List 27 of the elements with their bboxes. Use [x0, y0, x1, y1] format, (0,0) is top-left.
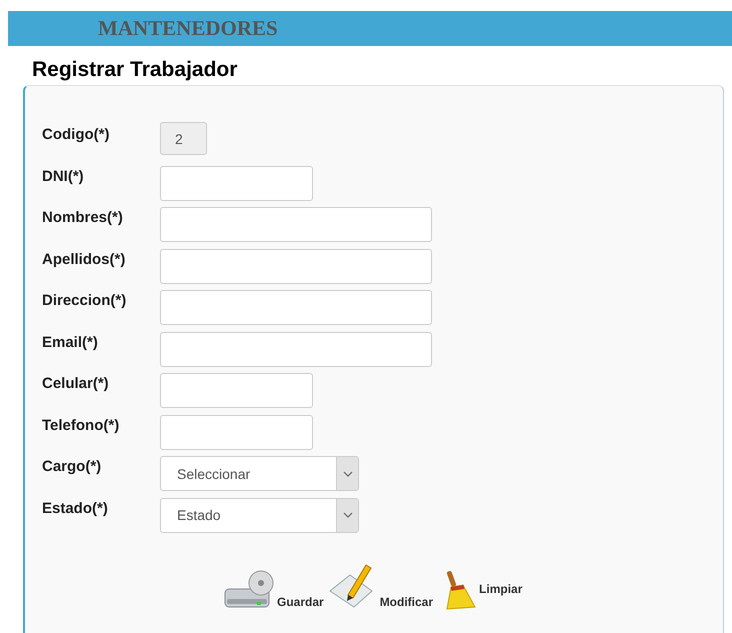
dropdown-select[interactable]: Estado	[160, 498, 359, 532]
field-label: Estado(*)	[42, 498, 109, 516]
action-button[interactable]: Modificar	[380, 594, 434, 608]
input-field[interactable]	[160, 414, 313, 450]
input-field[interactable]	[160, 373, 313, 408]
field-label: DNI(*)	[42, 166, 85, 184]
header-title: MANTENEDORES	[98, 16, 278, 41]
field-label: Codigo(*)	[42, 125, 110, 143]
disk-drive-icon[interactable]	[223, 568, 275, 610]
chevron-down-icon	[342, 512, 352, 518]
action-button[interactable]: Limpiar	[479, 582, 522, 596]
page-title: Registrar Trabajador	[32, 57, 238, 83]
input-field[interactable]	[160, 290, 432, 325]
dropdown-select[interactable]: Seleccionar	[160, 456, 359, 491]
input-field[interactable]	[160, 166, 313, 200]
input-field[interactable]	[160, 332, 432, 366]
input-field[interactable]	[160, 207, 432, 242]
field-label: Celular(*)	[42, 374, 110, 392]
field-label: Cargo(*)	[42, 457, 102, 475]
chevron-down-icon	[342, 470, 352, 476]
field-label: Nombres(*)	[42, 208, 124, 226]
field-label: Apellidos(*)	[42, 250, 126, 268]
field-label: Direccion(*)	[42, 291, 128, 309]
field-label: Telefono(*)	[42, 416, 120, 434]
field-label: Email(*)	[42, 332, 99, 350]
action-button[interactable]: Guardar	[277, 594, 324, 608]
input-field[interactable]	[160, 248, 432, 284]
